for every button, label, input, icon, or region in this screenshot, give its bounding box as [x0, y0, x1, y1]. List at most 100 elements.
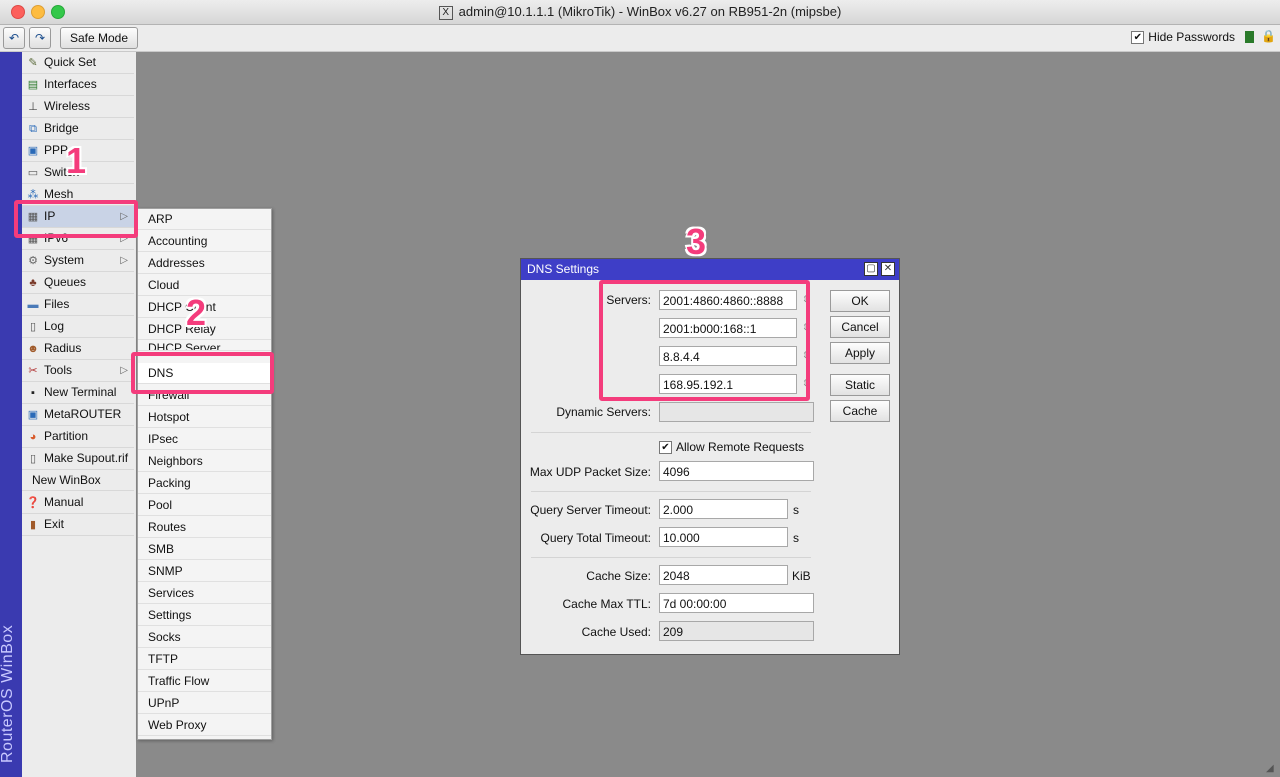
sidebar-item-log[interactable]: ▯ Log	[22, 316, 134, 338]
exit-icon: ▮	[29, 518, 37, 531]
redo-button[interactable]: ↷	[29, 27, 51, 49]
allow-remote-requests-checkbox[interactable]: ✔	[659, 441, 672, 455]
submenu-item-services[interactable]: Services	[138, 583, 271, 604]
sidebar-item-metarouter[interactable]: ▣ MetaROUTER	[22, 404, 134, 426]
query-total-timeout-field[interactable]: 10.000	[659, 527, 788, 547]
static-button[interactable]: Static	[830, 374, 890, 396]
cache-size-label: Cache Size:	[586, 569, 651, 583]
sidebar-item-exit[interactable]: ▮ Exit	[22, 514, 134, 536]
ok-button[interactable]: OK	[830, 290, 890, 312]
divider	[531, 432, 811, 433]
safe-mode-button[interactable]: Safe Mode	[60, 27, 138, 49]
cache-button[interactable]: Cache	[830, 400, 890, 422]
step-2-badge: 2	[186, 292, 207, 333]
sidebar-item-quick-set[interactable]: ✎ Quick Set	[22, 52, 134, 74]
sidebar-item-tools[interactable]: ✂ Tools ▷	[22, 360, 134, 382]
sidebar-item-label: PPP	[44, 143, 69, 157]
sidebar-item-label: System	[44, 253, 85, 267]
submenu-item-ipsec[interactable]: IPsec	[138, 429, 271, 450]
sidebar-item-label: MetaROUTER	[44, 407, 122, 421]
log-icon: ▯	[29, 320, 37, 333]
sidebar-item-label: Mesh	[44, 187, 74, 201]
files-icon: ▬	[27, 298, 39, 311]
sidebar-item-label: Quick Set	[44, 55, 97, 69]
sidebar-item-new-winbox[interactable]: New WinBox	[22, 470, 134, 491]
close-icon[interactable]: ✕	[881, 262, 895, 276]
chevron-right-icon: ▷	[120, 255, 128, 266]
sidebar-item-radius[interactable]: ☻ Radius	[22, 338, 134, 360]
submenu-item-pool[interactable]: Pool	[138, 495, 271, 516]
system-icon: ⚙	[28, 254, 38, 267]
cache-size-field[interactable]: 2048	[659, 565, 788, 585]
step-1-badge: 1	[66, 140, 87, 181]
sidebar-item-make-supout[interactable]: ▯ Make Supout.rif	[22, 448, 134, 470]
sidebar-item-label: Exit	[44, 517, 65, 531]
restore-icon[interactable]: ▢	[864, 262, 878, 276]
minimize-window-button[interactable]	[31, 5, 45, 19]
ip-submenu: ARP Accounting Addresses Cloud DHCP Clie…	[137, 208, 272, 740]
sidebar-item-queues[interactable]: ♣ Queues	[22, 272, 134, 294]
sidebar-item-files[interactable]: ▬ Files	[22, 294, 134, 316]
submenu-item-upnp[interactable]: UPnP	[138, 693, 271, 714]
sidebar-item-label: Log	[44, 319, 65, 333]
sidebar-item-label: Tools	[44, 363, 73, 377]
sidebar-item-wireless[interactable]: ⊥ Wireless	[22, 96, 134, 118]
highlight-ip-menu	[14, 200, 138, 238]
maximize-window-button[interactable]	[51, 5, 65, 19]
sidebar-item-label: Files	[44, 297, 70, 311]
hide-passwords-toggle[interactable]: ✔ Hide Passwords	[1131, 30, 1235, 45]
sidebar-item-interfaces[interactable]: ▤ Interfaces	[22, 74, 134, 96]
submenu-item-dhcp-server[interactable]: DHCP Server	[138, 341, 271, 351]
submenu-item-hotspot[interactable]: Hotspot	[138, 407, 271, 428]
cache-max-ttl-label: Cache Max TTL:	[562, 597, 651, 611]
undo-button[interactable]: ↶	[3, 27, 25, 49]
dialog-titlebar[interactable]: DNS Settings ▢ ✕	[521, 259, 899, 280]
max-udp-field[interactable]: 4096	[659, 461, 814, 481]
cache-max-ttl-field[interactable]: 7d 00:00:00	[659, 593, 814, 613]
submenu-item-addresses[interactable]: Addresses	[138, 253, 271, 274]
ppp-icon: ▣	[27, 144, 39, 157]
undo-icon: ↶	[8, 31, 20, 45]
hide-passwords-checkbox[interactable]: ✔	[1131, 31, 1145, 45]
query-total-timeout-label: Query Total Timeout:	[540, 531, 652, 545]
cache-used-label: Cache Used:	[581, 625, 651, 639]
max-udp-label: Max UDP Packet Size:	[529, 465, 651, 479]
brand-label: RouterOS WinBox	[0, 624, 16, 763]
sidebar-item-new-terminal[interactable]: ▪ New Terminal	[22, 382, 134, 404]
sidebar-item-label: Wireless	[44, 99, 91, 113]
submenu-item-accounting[interactable]: Accounting	[138, 231, 271, 252]
sidebar-item-bridge[interactable]: ⧉ Bridge	[22, 118, 134, 140]
submenu-item-tftp[interactable]: TFTP	[138, 649, 271, 670]
manual-icon: ❓	[26, 496, 40, 509]
query-total-timeout-unit: s	[793, 531, 799, 545]
cache-used-field: 209	[659, 621, 814, 641]
apply-button[interactable]: Apply	[830, 342, 890, 364]
cache-size-unit: KiB	[792, 569, 811, 583]
submenu-item-neighbors[interactable]: Neighbors	[138, 451, 271, 472]
submenu-item-snmp[interactable]: SNMP	[138, 561, 271, 582]
submenu-item-web-proxy[interactable]: Web Proxy	[138, 715, 271, 736]
radius-icon: ☻	[27, 342, 39, 355]
close-window-button[interactable]	[11, 5, 25, 19]
allow-remote-requests-toggle[interactable]: ✔ Allow Remote Requests	[659, 440, 805, 455]
submenu-item-traffic-flow[interactable]: Traffic Flow	[138, 671, 271, 692]
submenu-item-packing[interactable]: Packing	[138, 473, 271, 494]
switch-icon: ▭	[27, 166, 39, 179]
sidebar-item-label: Manual	[44, 495, 84, 509]
cancel-button[interactable]: Cancel	[830, 316, 890, 338]
dynamic-servers-field	[659, 402, 814, 422]
sidebar-item-system[interactable]: ⚙ System ▷	[22, 250, 134, 272]
queues-icon: ♣	[29, 276, 37, 289]
sidebar-item-manual[interactable]: ❓ Manual	[22, 492, 134, 514]
allow-remote-requests-label: Allow Remote Requests	[676, 440, 805, 454]
submenu-item-smb[interactable]: SMB	[138, 539, 271, 560]
sidebar-item-partition[interactable]: ◕ Partition	[22, 426, 134, 448]
resize-grip-icon[interactable]: ◢	[1266, 763, 1278, 775]
submenu-item-routes[interactable]: Routes	[138, 517, 271, 538]
query-server-timeout-field[interactable]: 2.000	[659, 499, 788, 519]
submenu-item-socks[interactable]: Socks	[138, 627, 271, 648]
submenu-item-arp[interactable]: ARP	[138, 209, 271, 230]
submenu-item-settings[interactable]: Settings	[138, 605, 271, 626]
window-title: admin@10.1.1.1 (MikroTik) - WinBox v6.27…	[458, 4, 842, 19]
highlight-dns-item	[131, 352, 274, 394]
